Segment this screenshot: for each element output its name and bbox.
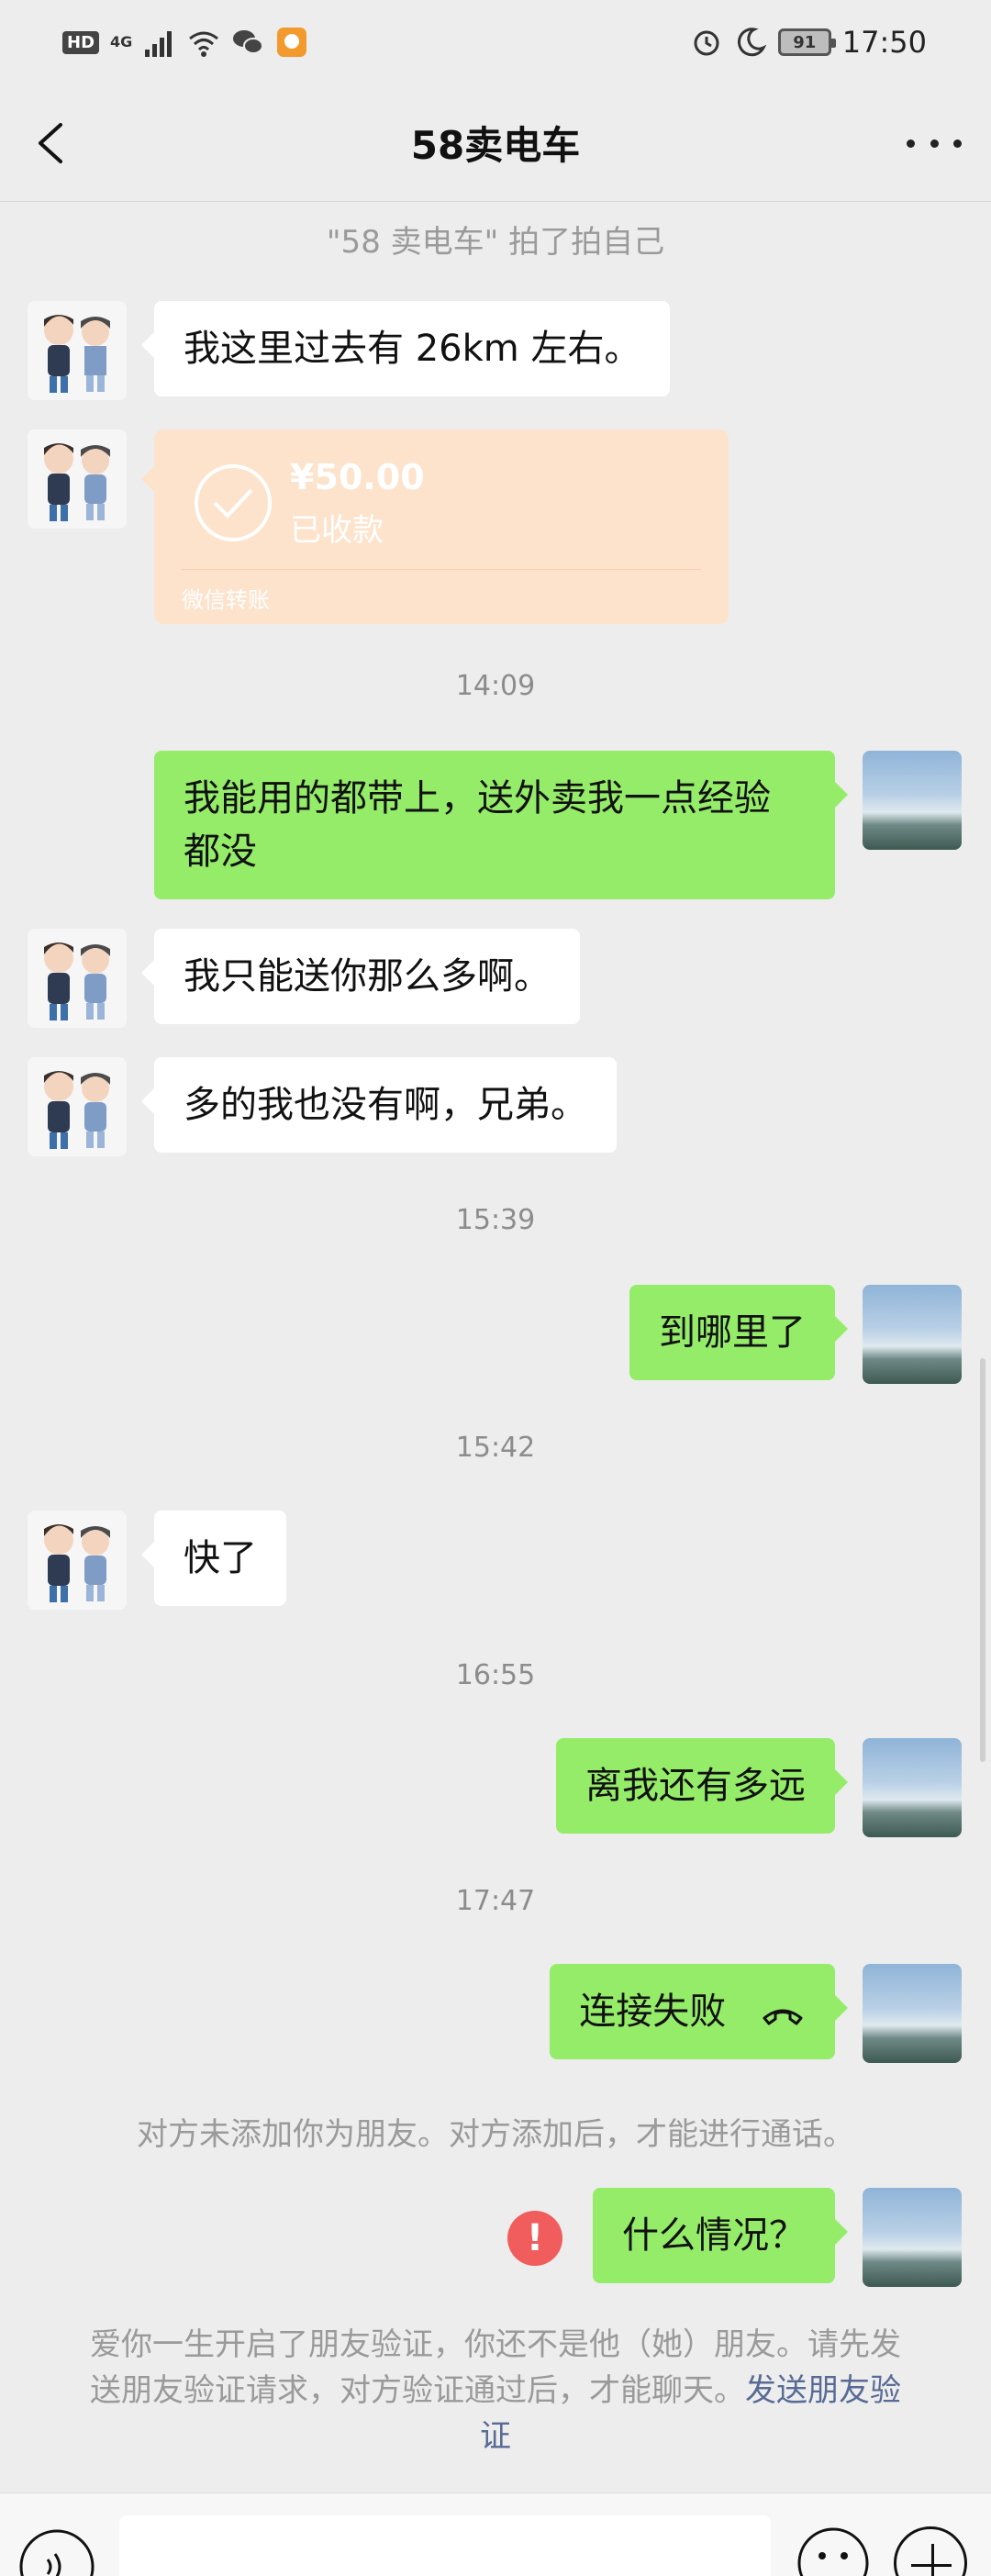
transfer-divider bbox=[182, 569, 701, 570]
my-avatar[interactable] bbox=[863, 2188, 962, 2287]
timestamp: 14:09 bbox=[455, 670, 536, 702]
friend-avatar[interactable] bbox=[28, 1511, 127, 1610]
wechat-icon bbox=[233, 30, 264, 54]
message-input[interactable] bbox=[119, 2515, 771, 2576]
phone-hangup-icon bbox=[763, 2009, 803, 2025]
message-incoming[interactable]: 多的我也没有啊，兄弟。 bbox=[141, 1057, 617, 1153]
timestamp: 15:42 bbox=[455, 1432, 536, 1464]
send-failed-icon[interactable]: ! bbox=[507, 2211, 562, 2266]
check-circle-icon bbox=[195, 464, 272, 541]
voice-icon[interactable] bbox=[18, 2528, 95, 2576]
network-label: 4G bbox=[110, 33, 133, 50]
pat-notice: "58 卖电车" 拍了拍自己 bbox=[326, 224, 665, 261]
friend-avatar[interactable] bbox=[28, 1057, 127, 1156]
chat-title: 58卖电车 bbox=[410, 123, 581, 168]
transfer-status: 已收款 bbox=[290, 512, 384, 549]
hd-badge: HD bbox=[62, 30, 100, 54]
input-bar bbox=[0, 2492, 991, 2576]
message-incoming[interactable]: 我只能送你那么多啊。 bbox=[141, 929, 580, 1024]
emoji-icon[interactable] bbox=[796, 2526, 870, 2576]
friend-avatar[interactable] bbox=[28, 929, 127, 1028]
moon-icon bbox=[737, 28, 767, 57]
battery-indicator: 91 bbox=[777, 28, 836, 56]
chevron-left-icon[interactable] bbox=[28, 117, 79, 169]
message-outgoing[interactable]: 到哪里了 bbox=[629, 1285, 848, 1380]
battery-level: 91 bbox=[793, 32, 817, 52]
app-notification-icon bbox=[277, 28, 307, 57]
call-notice: 对方未添加你为朋友。对方添加后，才能进行通话。 bbox=[137, 2116, 854, 2153]
chat-header: 58卖电车 bbox=[0, 84, 991, 202]
my-avatar[interactable] bbox=[863, 751, 962, 850]
plus-icon[interactable] bbox=[894, 2526, 967, 2576]
message-outgoing[interactable]: 离我还有多远 bbox=[556, 1738, 848, 1834]
my-avatar[interactable] bbox=[863, 1964, 962, 2063]
alarm-icon bbox=[694, 30, 719, 56]
transfer-card[interactable]: ¥50.00 已收款 微信转账 bbox=[141, 429, 729, 624]
friend-avatar[interactable] bbox=[28, 301, 127, 400]
message-outgoing[interactable]: 什么情况？ bbox=[593, 2188, 848, 2283]
my-avatar[interactable] bbox=[863, 1285, 962, 1384]
status-right: 91 17:50 bbox=[690, 25, 927, 60]
message-incoming[interactable]: 快了 bbox=[141, 1511, 286, 1606]
call-failed-label: 连接失败 bbox=[579, 1991, 727, 2033]
call-failed-message[interactable]: 连接失败 bbox=[550, 1964, 848, 2059]
signal-icon bbox=[145, 31, 173, 57]
friend-verify-notice: 爱你一生开启了朋友验证，你还不是他（她）朋友。请先发送朋友验证请求，对方验证通过… bbox=[83, 2322, 908, 2459]
message-incoming[interactable]: 我这里过去有 26km 左右。 bbox=[140, 301, 671, 396]
clock: 17:50 bbox=[841, 25, 927, 60]
status-bar: HD 4G 91 17:50 bbox=[0, 0, 991, 84]
wifi-icon bbox=[189, 31, 219, 57]
timestamp: 17:47 bbox=[455, 1885, 536, 1917]
transfer-amount: ¥50.00 bbox=[290, 457, 425, 497]
message-outgoing[interactable]: 我能用的都带上，送外卖我一点经验都没 bbox=[154, 751, 848, 899]
more-dots-icon[interactable] bbox=[907, 121, 962, 165]
transfer-label: 微信转账 bbox=[182, 587, 270, 613]
my-avatar[interactable] bbox=[863, 1738, 962, 1837]
status-left: HD 4G bbox=[62, 26, 308, 59]
friend-avatar[interactable] bbox=[28, 429, 127, 529]
scrollbar[interactable] bbox=[980, 1358, 985, 1762]
timestamp: 16:55 bbox=[455, 1659, 536, 1691]
timestamp: 15:39 bbox=[455, 1204, 536, 1236]
